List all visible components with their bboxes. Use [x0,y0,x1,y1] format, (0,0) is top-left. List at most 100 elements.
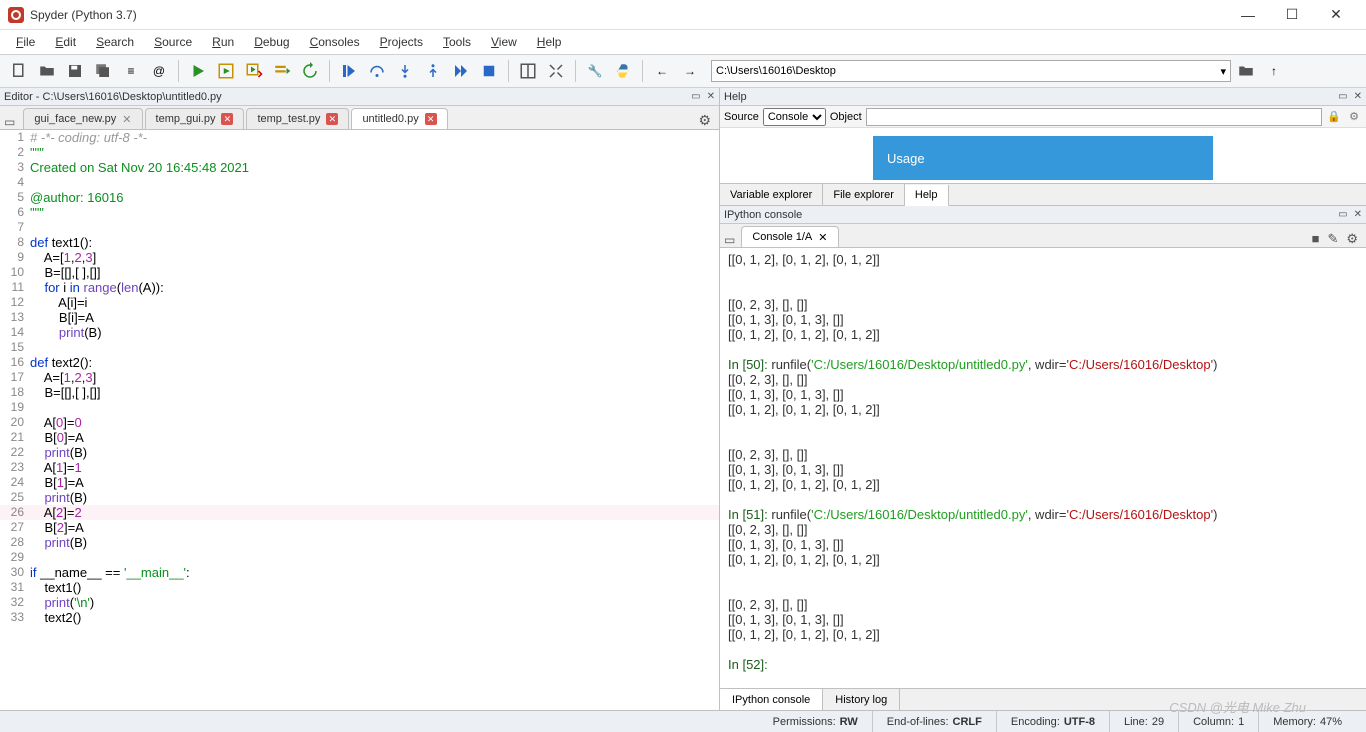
menu-consoles[interactable]: Consoles [300,33,370,51]
tab-label: gui_face_new.py [34,113,116,125]
console-bottom-tab[interactable]: History log [823,689,900,710]
object-input[interactable] [866,108,1322,126]
console-output[interactable]: [[0, 1, 2], [0, 1, 2], [0, 1, 2]] [[0, 2… [720,248,1366,688]
gear-icon[interactable]: ⚙ [698,112,711,129]
preferences-icon[interactable]: 🔧 [582,58,608,84]
maximize-pane-icon[interactable] [543,58,569,84]
help-header: Help ▭✕ [720,88,1366,106]
close-icon[interactable]: ✕ [221,113,233,125]
menu-tools[interactable]: Tools [433,33,481,51]
source-select[interactable]: Console [763,108,826,126]
at-icon[interactable]: @ [146,58,172,84]
main-toolbar: ≡ @ 🔧 ← → C:\Users\16016\Desktop▾ ↑ [0,54,1366,88]
tab-browse-icon[interactable]: ▭ [4,115,15,129]
save-icon[interactable] [62,58,88,84]
status-permissions: Permissions: RW [773,711,872,732]
gear-icon[interactable]: ⚙ [1346,110,1362,123]
clear-icon[interactable]: ✎ [1327,231,1338,247]
spyder-logo-icon [8,7,24,23]
usage-box: Usage [873,136,1213,180]
close-pane-icon[interactable]: ✕ [1354,209,1362,220]
undock-icon[interactable]: ▭ [691,91,700,102]
layout-icon[interactable] [515,58,541,84]
status-column: Column: 1 [1178,711,1258,732]
file-tab[interactable]: temp_gui.py ✕ [145,108,245,129]
status-eol: End-of-lines: CRLF [872,711,996,732]
console-tabbar: ▭ Console 1/A✕ ■ ✎ ⚙ [720,224,1366,248]
stop-debug-icon[interactable] [476,58,502,84]
console-bottom-tabs: IPython consoleHistory log [720,688,1366,710]
stop-icon[interactable]: ■ [1312,231,1320,247]
file-tab[interactable]: temp_test.py ✕ [246,108,349,129]
run-selection-icon[interactable] [269,58,295,84]
continue-icon[interactable] [448,58,474,84]
close-pane-icon[interactable]: ✕ [1354,91,1362,102]
back-icon[interactable]: ← [649,58,675,84]
help-tab[interactable]: Help [905,185,949,206]
file-tab[interactable]: untitled0.py ✕ [351,108,447,129]
status-memory: Memory: 47% [1258,711,1356,732]
menu-source[interactable]: Source [144,33,202,51]
close-icon[interactable]: ✕ [818,231,827,244]
menubar: FileEditSearchSourceRunDebugConsolesProj… [0,30,1366,54]
status-line: Line: 29 [1109,711,1178,732]
step-out-icon[interactable] [420,58,446,84]
save-all-icon[interactable] [90,58,116,84]
status-encoding: Encoding: UTF-8 [996,711,1109,732]
close-pane-icon[interactable]: ✕ [707,91,715,102]
python-path-icon[interactable] [610,58,636,84]
tab-label: temp_test.py [257,113,320,125]
lock-icon[interactable]: 🔒 [1326,110,1342,123]
tab-label: temp_gui.py [156,113,216,125]
file-tab[interactable]: gui_face_new.py ✕ [23,108,142,129]
menu-search[interactable]: Search [86,33,144,51]
source-label: Source [724,111,759,123]
editor-tabbar: ▭ gui_face_new.py✕temp_gui.py✕temp_test.… [0,106,719,130]
debug-start-icon[interactable] [336,58,362,84]
close-icon[interactable]: ✕ [326,113,338,125]
titlebar: Spyder (Python 3.7) — ☐ ✕ [0,0,1366,30]
console-header: IPython console ▭✕ [720,206,1366,224]
help-bottom-tabs: Variable explorerFile explorerHelp [720,183,1366,205]
object-label: Object [830,111,862,123]
menu-help[interactable]: Help [527,33,572,51]
menu-run[interactable]: Run [202,33,244,51]
menu-edit[interactable]: Edit [45,33,86,51]
window-title: Spyder (Python 3.7) [30,8,1226,22]
step-over-icon[interactable] [364,58,390,84]
help-source-row: Source Console Object 🔒 ⚙ [720,106,1366,128]
menu-projects[interactable]: Projects [370,33,433,51]
gear-icon[interactable]: ⚙ [1346,231,1358,247]
tab-label: untitled0.py [362,113,418,125]
run-icon[interactable] [185,58,211,84]
undock-icon[interactable]: ▭ [1338,209,1347,220]
editor-header: Editor - C:\Users\16016\Desktop\untitled… [0,88,719,106]
help-tab[interactable]: File explorer [823,184,905,205]
run-cell-icon[interactable] [213,58,239,84]
console-browse-icon[interactable]: ▭ [724,233,735,247]
step-into-icon[interactable] [392,58,418,84]
minimize-button[interactable]: — [1226,0,1270,30]
statusbar: Permissions: RW End-of-lines: CRLF Encod… [0,710,1366,732]
help-tab[interactable]: Variable explorer [720,184,823,205]
menu-file[interactable]: File [6,33,45,51]
forward-icon[interactable]: → [677,58,703,84]
maximize-button[interactable]: ☐ [1270,0,1314,30]
open-file-icon[interactable] [34,58,60,84]
console-tab[interactable]: Console 1/A✕ [741,226,838,247]
menu-view[interactable]: View [481,33,527,51]
list-icon[interactable]: ≡ [118,58,144,84]
rerun-icon[interactable] [297,58,323,84]
close-icon[interactable]: ✕ [122,113,131,126]
menu-debug[interactable]: Debug [244,33,299,51]
console-bottom-tab[interactable]: IPython console [720,689,823,710]
working-dir-input[interactable]: C:\Users\16016\Desktop▾ [711,60,1231,82]
parent-dir-icon[interactable]: ↑ [1261,58,1287,84]
undock-icon[interactable]: ▭ [1338,91,1347,102]
close-button[interactable]: ✕ [1314,0,1358,30]
browse-dir-icon[interactable] [1233,58,1259,84]
new-file-icon[interactable] [6,58,32,84]
run-cell-advance-icon[interactable] [241,58,267,84]
code-editor[interactable]: 1# -*- coding: utf-8 -*-2"""3Created on … [0,130,719,710]
close-icon[interactable]: ✕ [425,113,437,125]
